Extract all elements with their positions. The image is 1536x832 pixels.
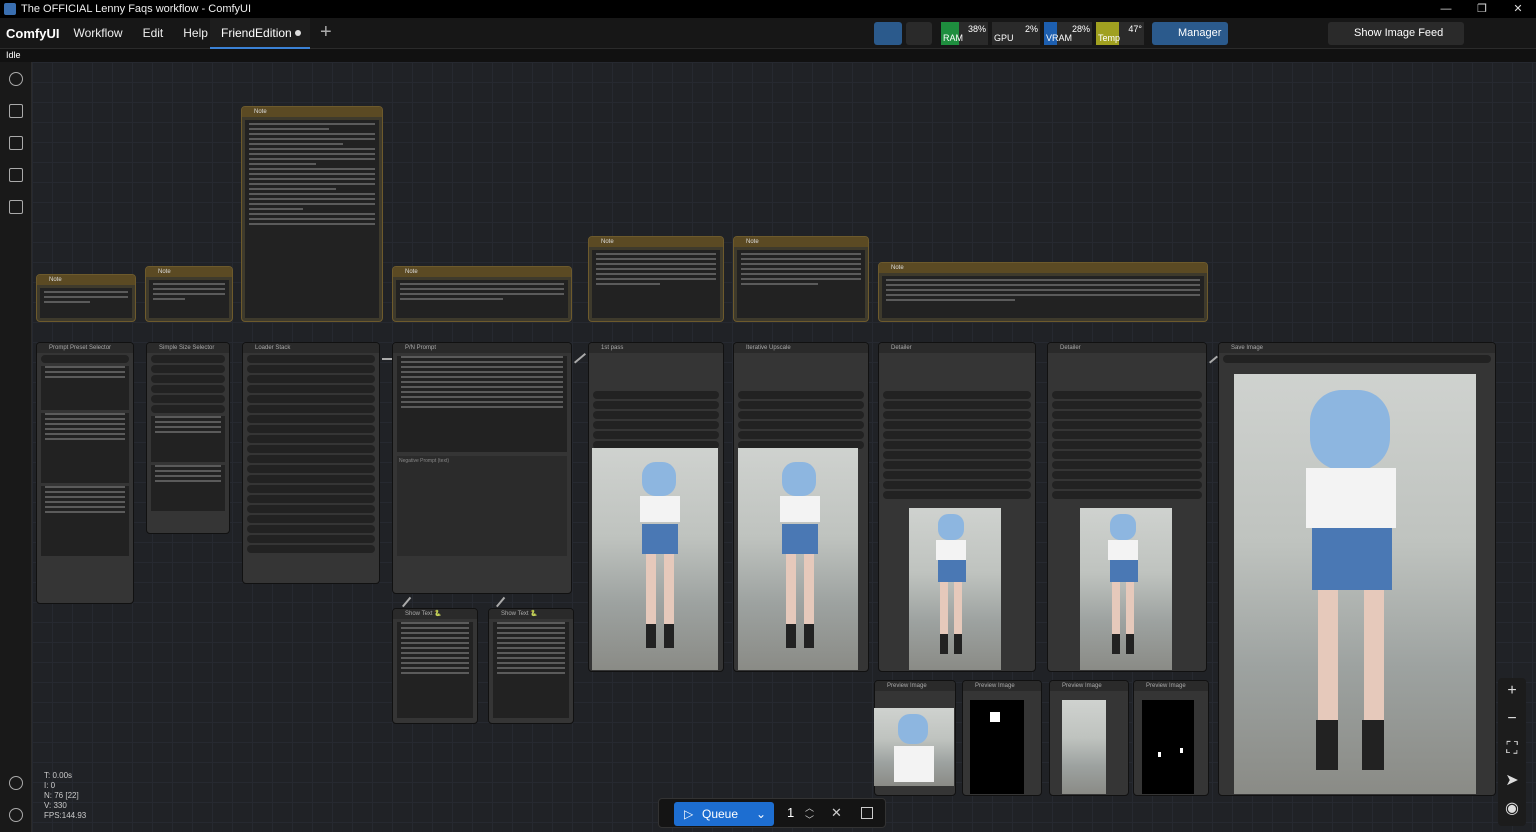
maximize-icon[interactable]: ❐ bbox=[1464, 0, 1500, 18]
prompt-preset-selector-node[interactable]: Prompt Preset Selector bbox=[36, 342, 134, 604]
temp-monitor: Temp 47° bbox=[1096, 22, 1144, 45]
status-text: Idle bbox=[6, 50, 21, 60]
queue-bar: ▷ Queue ⌄ 1 ︿ ﹀ ✕ bbox=[658, 798, 886, 828]
sidebar bbox=[0, 62, 32, 832]
manager-button[interactable]: Manager bbox=[1152, 22, 1228, 45]
close-icon[interactable]: ✕ bbox=[1500, 0, 1536, 18]
note-node-4[interactable]: Note bbox=[392, 266, 572, 322]
window-titlebar: The OFFICIAL Lenny Faqs workflow - Comfy… bbox=[0, 0, 1536, 18]
vram-monitor: VRAM 28% bbox=[1044, 22, 1092, 45]
menu-edit[interactable]: Edit bbox=[143, 26, 164, 40]
canvas-stats: T: 0.00s I: 0 N: 76 [22] V: 330 FPS:144.… bbox=[44, 771, 87, 820]
app-icon bbox=[4, 3, 16, 15]
decrement-icon[interactable]: ﹀ bbox=[805, 813, 814, 826]
gpu-monitor: GPU 2% bbox=[992, 22, 1040, 45]
upload-icon[interactable] bbox=[874, 22, 902, 45]
bookmark-icon[interactable] bbox=[906, 22, 932, 45]
window-title: The OFFICIAL Lenny Faqs workflow - Comfy… bbox=[21, 3, 252, 15]
figure-2 bbox=[772, 462, 832, 662]
show-text-node-2[interactable]: Show Text 🐍 bbox=[488, 608, 574, 724]
zoom-out-icon[interactable]: − bbox=[1498, 710, 1526, 728]
note-node-6[interactable]: Note bbox=[733, 236, 869, 322]
menu-help[interactable]: Help bbox=[183, 26, 208, 40]
preview-mask-image-2 bbox=[1142, 700, 1194, 794]
note-node-3[interactable]: Note bbox=[241, 106, 383, 322]
wire bbox=[574, 353, 586, 364]
play-icon: ▷ bbox=[684, 807, 694, 821]
eye-icon[interactable]: ◉ bbox=[1498, 798, 1526, 818]
figure-preview bbox=[888, 712, 938, 786]
batch-count-input[interactable]: 1 bbox=[787, 805, 794, 820]
tab-label: FriendEdition bbox=[221, 25, 292, 40]
unsaved-dot-icon bbox=[295, 30, 301, 36]
queue-list-icon[interactable] bbox=[9, 104, 23, 118]
stop-icon[interactable] bbox=[861, 807, 873, 819]
zoom-in-icon[interactable]: + bbox=[1498, 682, 1526, 700]
graph-canvas[interactable]: Note Note Note Note Note Note Note Promp… bbox=[32, 62, 1536, 832]
note-node-7[interactable]: Note bbox=[878, 262, 1208, 322]
menubar: ComfyUI Workflow Edit Help FriendEdition… bbox=[0, 18, 1536, 49]
figure-1 bbox=[632, 462, 692, 662]
settings-gear-icon[interactable] bbox=[9, 808, 23, 822]
loader-stack-node[interactable]: Loader Stack bbox=[242, 342, 380, 584]
note-node-5[interactable]: Note bbox=[588, 236, 724, 322]
tab-friendedition[interactable]: FriendEdition bbox=[210, 18, 310, 49]
figure-saved bbox=[1290, 390, 1420, 790]
wire bbox=[382, 358, 392, 360]
folder-icon[interactable] bbox=[9, 168, 23, 182]
model2-icon[interactable] bbox=[1262, 22, 1286, 45]
add-tab-icon[interactable]: + bbox=[320, 21, 332, 44]
queue-button[interactable]: ▷ Queue ⌄ bbox=[674, 802, 774, 826]
status-line: Idle bbox=[0, 49, 1536, 62]
zoom-controls: + − ⛶ ➤ ◉ bbox=[1498, 678, 1526, 826]
menu-workflow[interactable]: Workflow bbox=[73, 26, 122, 40]
panel-icon[interactable] bbox=[1476, 22, 1500, 45]
wire bbox=[1209, 355, 1218, 364]
share-icon[interactable] bbox=[1292, 22, 1316, 45]
note-node-1[interactable]: Note bbox=[36, 274, 136, 322]
simple-size-selector-node[interactable]: Simple Size Selector bbox=[146, 342, 230, 534]
brand-logo: ComfyUI bbox=[6, 25, 60, 41]
figure-4 bbox=[1100, 514, 1150, 664]
history-icon[interactable] bbox=[9, 72, 23, 86]
cancel-icon[interactable]: ✕ bbox=[831, 805, 842, 821]
figure-3 bbox=[928, 514, 978, 664]
ram-monitor: RAM 38% bbox=[941, 22, 988, 45]
pointer-icon[interactable]: ➤ bbox=[1498, 770, 1526, 790]
wire bbox=[402, 596, 411, 607]
theme-moon-icon[interactable] bbox=[9, 776, 23, 790]
minimize-icon[interactable]: — bbox=[1428, 0, 1464, 18]
model-icon[interactable] bbox=[1232, 22, 1256, 45]
hamburger-menu-icon[interactable] bbox=[1508, 22, 1532, 45]
preview-mask-image-1 bbox=[970, 700, 1024, 794]
fit-view-icon[interactable]: ⛶ bbox=[1498, 740, 1526, 758]
preview-image-3 bbox=[1062, 700, 1106, 794]
image-icon[interactable] bbox=[9, 200, 23, 214]
pn-prompt-node[interactable]: P/N Prompt Negative Prompt (text) bbox=[392, 342, 572, 594]
show-image-feed-button[interactable]: Show Image Feed bbox=[1328, 22, 1464, 45]
model-library-icon[interactable] bbox=[9, 136, 23, 150]
wire bbox=[496, 596, 505, 607]
show-text-node-1[interactable]: Show Text 🐍 bbox=[392, 608, 478, 724]
note-node-2[interactable]: Note bbox=[145, 266, 233, 322]
chevron-down-icon[interactable]: ⌄ bbox=[756, 802, 766, 826]
